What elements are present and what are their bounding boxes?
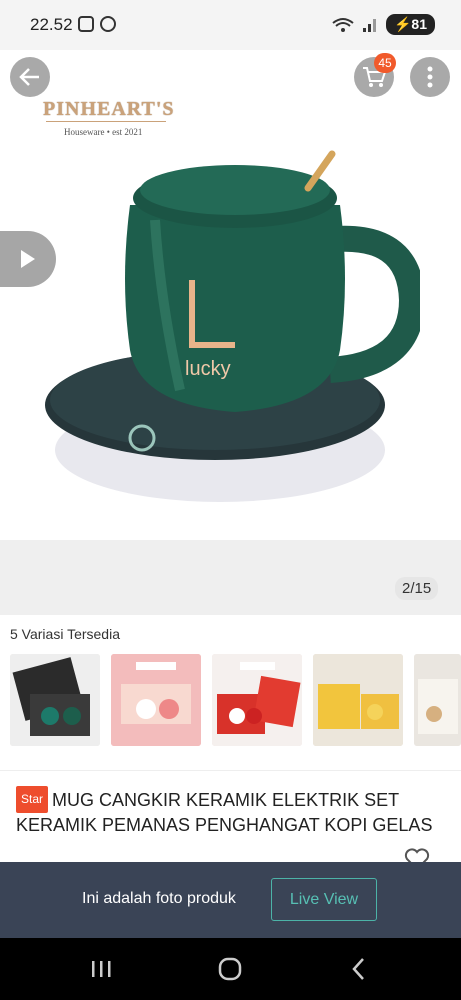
whatsapp-icon bbox=[100, 16, 116, 32]
variant-thumb-4[interactable] bbox=[313, 654, 403, 746]
variant-thumb-5[interactable] bbox=[414, 654, 461, 746]
status-time: 22.52 bbox=[30, 15, 73, 34]
variant-image bbox=[10, 654, 100, 746]
image-counter: 2/15 bbox=[395, 577, 439, 600]
mug-text: lucky bbox=[185, 358, 231, 380]
variants-section: 5 Variasi Tersedia bbox=[0, 615, 461, 770]
play-video-button[interactable] bbox=[0, 231, 56, 287]
favorite-icon[interactable] bbox=[404, 848, 430, 862]
variant-image bbox=[111, 654, 201, 746]
back-nav-icon[interactable] bbox=[346, 956, 372, 982]
brand-divider bbox=[46, 121, 166, 122]
live-view-button[interactable]: Live View bbox=[271, 878, 377, 921]
product-title-text: MUG CANGKIR KERAMIK ELEKTRIK SET KERAMIK… bbox=[16, 790, 433, 835]
variant-thumb-3[interactable] bbox=[212, 654, 302, 746]
back-button[interactable] bbox=[10, 57, 50, 97]
play-icon bbox=[21, 250, 35, 268]
variant-thumb-1[interactable] bbox=[10, 654, 100, 746]
variant-image bbox=[212, 654, 302, 746]
screenshot-icon bbox=[78, 16, 94, 32]
wifi-icon bbox=[332, 17, 354, 32]
status-right: ⚡81 bbox=[332, 14, 435, 35]
recent-apps-icon[interactable] bbox=[88, 956, 114, 982]
battery-icon: ⚡ bbox=[393, 16, 412, 32]
product-image[interactable]: lucky bbox=[40, 150, 420, 510]
variant-thumb-2[interactable] bbox=[111, 654, 201, 746]
gallery-footer bbox=[0, 540, 461, 615]
signal-icon bbox=[362, 18, 376, 32]
more-options-button[interactable] bbox=[410, 57, 450, 97]
variant-image bbox=[414, 654, 461, 746]
variant-image bbox=[313, 654, 403, 746]
notification-icons bbox=[78, 16, 116, 32]
arrow-left-icon bbox=[19, 68, 39, 86]
status-bar: 22.52 ⚡81 bbox=[0, 0, 461, 50]
notice-text: Ini adalah foto produk bbox=[82, 890, 236, 907]
more-vertical-icon bbox=[427, 66, 433, 88]
system-nav-bar bbox=[0, 938, 461, 1000]
product-title-section: Star MUG CANGKIR KERAMIK ELEKTRIK SET KER… bbox=[0, 770, 461, 863]
heart-icon bbox=[404, 848, 430, 862]
battery-indicator: ⚡81 bbox=[385, 14, 435, 35]
battery-level: 81 bbox=[411, 16, 427, 32]
brand-logo: PINHEART'S bbox=[43, 98, 175, 120]
variants-title: 5 Variasi Tersedia bbox=[10, 626, 120, 642]
product-title: Star MUG CANGKIR KERAMIK ELEKTRIK SET KER… bbox=[16, 786, 456, 838]
home-icon[interactable] bbox=[217, 956, 243, 982]
brand-tagline: Houseware • est 2021 bbox=[64, 127, 143, 137]
cart-count-badge: 45 bbox=[374, 53, 396, 73]
star-badge: Star bbox=[16, 786, 49, 813]
product-photo-notice: Ini adalah foto produk Live View bbox=[0, 862, 461, 938]
